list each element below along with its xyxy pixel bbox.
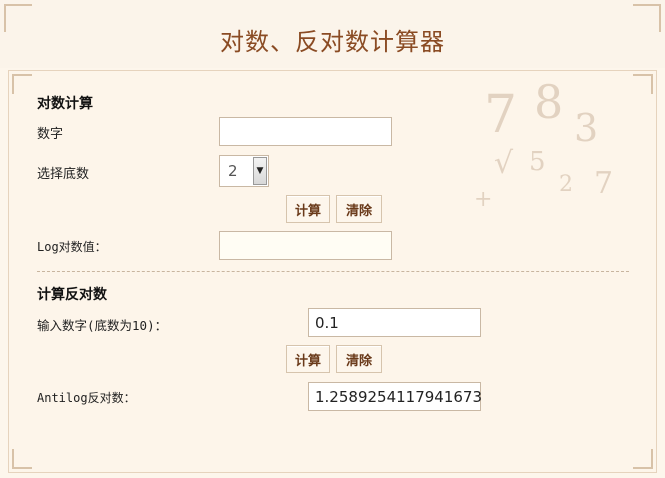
antilog-clear-button[interactable]: 清除	[336, 345, 382, 373]
antilog-result-label: Antilog反对数：	[37, 391, 136, 405]
log-calculate-button[interactable]: 计算	[286, 195, 330, 223]
antilog-calculate-button[interactable]: 计算	[286, 345, 330, 373]
number-input[interactable]	[219, 117, 392, 146]
calculator-panel: 7 8 3 √ 5 2 7 + 对数计算 数字 选择底数 2 ▼ 计算 清除 L…	[8, 70, 657, 473]
antilog-input-label: 输入数字(底数为10)：	[37, 318, 168, 333]
corner-ornament	[12, 449, 32, 469]
corner-ornament	[633, 449, 653, 469]
chevron-down-icon[interactable]: ▼	[253, 157, 267, 185]
antilog-input[interactable]: 0.1	[308, 308, 481, 337]
corner-ornament	[12, 74, 32, 94]
base-select-value: 2	[228, 162, 238, 180]
log-clear-button[interactable]: 清除	[336, 195, 382, 223]
page-title: 对数、反对数计算器	[220, 28, 445, 56]
section-divider	[37, 271, 629, 272]
page-header: 对数、反对数计算器	[0, 0, 665, 68]
base-label: 选择底数	[37, 167, 90, 182]
log-result-field[interactable]	[219, 231, 392, 260]
number-label: 数字	[37, 127, 64, 142]
base-select[interactable]: 2 ▼	[219, 155, 269, 187]
decorative-numbers-image: 7 8 3 √ 5 2 7 +	[474, 79, 614, 212]
antilog-result-field[interactable]: 1.2589254117941673	[308, 382, 482, 411]
log-section-title: 对数计算	[37, 96, 93, 112]
log-result-label: Log对数值：	[37, 240, 107, 254]
antilog-section-title: 计算反对数	[37, 287, 107, 303]
